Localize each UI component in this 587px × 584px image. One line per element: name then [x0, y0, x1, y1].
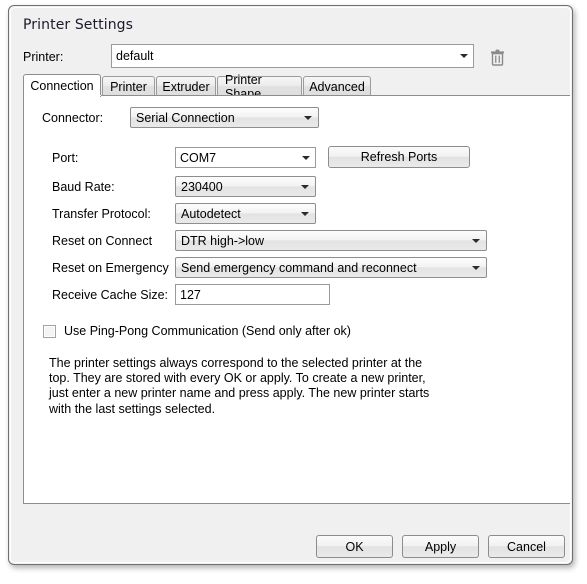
- window-title: Printer Settings: [23, 17, 134, 33]
- tab-connection[interactable]: Connection: [23, 74, 101, 97]
- reset-on-connect-label: Reset on Connect: [52, 234, 153, 248]
- chevron-down-icon[interactable]: [304, 108, 312, 127]
- tab-strip-underline: [23, 95, 570, 96]
- reset-on-emergency-combobox[interactable]: Send emergency command and reconnect: [175, 257, 487, 278]
- ping-pong-checkbox-row[interactable]: Use Ping-Pong Communication (Send only a…: [43, 324, 351, 338]
- window-inner: Printer Settings Printer: default Connec…: [10, 7, 571, 563]
- cancel-button[interactable]: Cancel: [488, 535, 565, 558]
- reset-on-emergency-label: Reset on Emergency: [52, 261, 169, 275]
- tab-strip: Connection Printer Extruder Printer Shap…: [23, 73, 563, 101]
- connector-combobox-value: Serial Connection: [136, 110, 235, 125]
- baud-rate-combobox[interactable]: 230400: [175, 176, 316, 197]
- printer-label: Printer:: [23, 50, 64, 64]
- ping-pong-label: Use Ping-Pong Communication (Send only a…: [64, 324, 351, 338]
- connector-combobox[interactable]: Serial Connection: [130, 107, 319, 128]
- connection-tab-panel: Connector: Serial Connection Port: COM7 …: [23, 95, 570, 504]
- ok-button[interactable]: OK: [316, 535, 393, 558]
- printer-combobox-value: default: [116, 49, 154, 63]
- reset-on-connect-value: DTR high->low: [181, 233, 265, 248]
- reset-on-connect-combobox[interactable]: DTR high->low: [175, 230, 487, 251]
- connector-label: Connector:: [42, 111, 104, 125]
- apply-button[interactable]: Apply: [402, 535, 479, 558]
- printer-selection-row: Printer: default: [23, 44, 558, 70]
- port-combobox-value: COM7: [180, 150, 217, 165]
- transfer-protocol-combobox[interactable]: Autodetect: [175, 203, 316, 224]
- refresh-ports-button[interactable]: Refresh Ports: [328, 146, 470, 168]
- printer-settings-window: Printer Settings Printer: default Connec…: [8, 5, 573, 565]
- receive-cache-size-label: Receive Cache Size:: [52, 288, 169, 302]
- baud-rate-value: 230400: [181, 179, 223, 194]
- tab-extruder[interactable]: Extruder: [156, 76, 216, 96]
- dialog-footer: [11, 504, 570, 562]
- tab-printer[interactable]: Printer: [102, 76, 155, 96]
- chevron-down-icon[interactable]: [455, 46, 472, 66]
- chevron-down-icon[interactable]: [472, 231, 480, 250]
- ping-pong-checkbox[interactable]: [43, 324, 56, 338]
- transfer-protocol-value: Autodetect: [181, 206, 241, 221]
- help-text: The printer settings always correspond t…: [49, 356, 430, 416]
- printer-combobox[interactable]: default: [111, 44, 474, 68]
- trash-icon[interactable]: [486, 46, 508, 68]
- reset-on-emergency-value: Send emergency command and reconnect: [181, 260, 417, 275]
- receive-cache-size-input[interactable]: 127: [175, 284, 330, 305]
- chevron-down-icon[interactable]: [472, 258, 480, 277]
- tab-advanced[interactable]: Advanced: [303, 76, 371, 96]
- port-label: Port:: [52, 151, 79, 165]
- port-combobox[interactable]: COM7: [175, 147, 316, 168]
- chevron-down-icon[interactable]: [301, 204, 309, 223]
- chevron-down-icon[interactable]: [302, 148, 310, 167]
- transfer-protocol-label: Transfer Protocol:: [52, 207, 151, 221]
- chevron-down-icon[interactable]: [301, 177, 309, 196]
- active-tab-seam: [24, 95, 101, 96]
- tab-printer-shape[interactable]: Printer Shape: [217, 73, 302, 101]
- receive-cache-size-value: 127: [180, 287, 201, 302]
- baud-rate-label: Baud Rate:: [52, 180, 115, 194]
